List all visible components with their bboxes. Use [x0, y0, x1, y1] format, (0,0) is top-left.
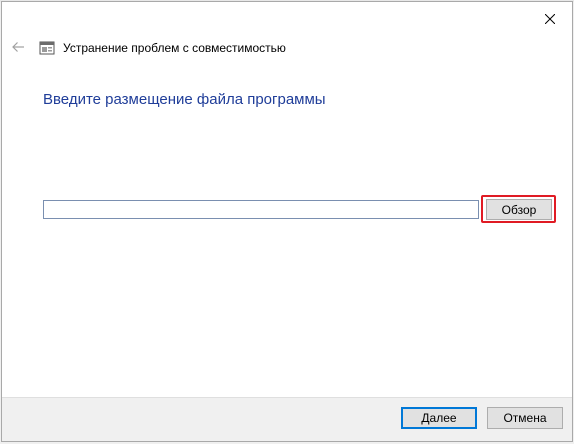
close-icon — [545, 14, 555, 24]
page-heading: Введите размещение файла программы — [43, 91, 326, 108]
program-location-input[interactable] — [43, 200, 479, 219]
browse-button[interactable]: Обзор — [486, 199, 552, 220]
window-title: Устранение проблем с совместимостью — [63, 41, 286, 55]
compatibility-troubleshooter-window: Устранение проблем с совместимостью Введ… — [1, 1, 573, 442]
next-button[interactable]: Далее — [401, 407, 477, 429]
cancel-button[interactable]: Отмена — [487, 407, 563, 429]
back-arrow-icon[interactable] — [10, 39, 26, 55]
close-button[interactable] — [538, 8, 562, 30]
navigation-row: Устранение проблем с совместимостью — [2, 36, 572, 60]
troubleshooter-icon — [39, 41, 55, 55]
dialog-footer: Далее Отмена — [2, 397, 572, 441]
